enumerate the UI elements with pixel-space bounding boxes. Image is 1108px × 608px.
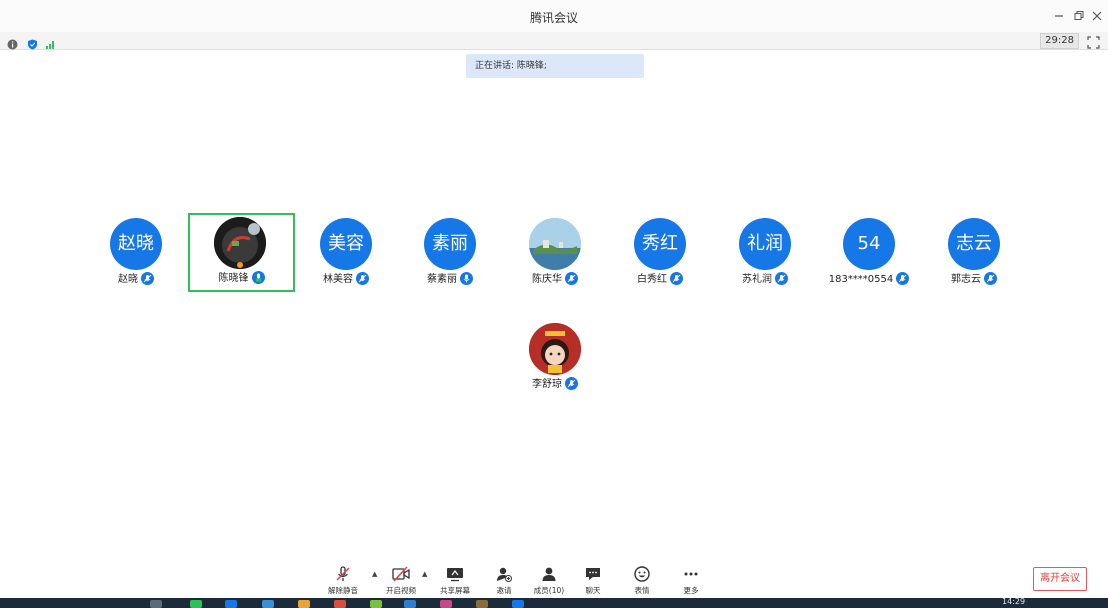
title-bar: 腾讯会议: [0, 0, 1108, 33]
avatar: 秀红: [634, 218, 686, 270]
taskbar-app-icon[interactable]: [150, 600, 162, 608]
taskbar-app-icon[interactable]: [225, 600, 237, 608]
mic-icon: [984, 272, 997, 285]
mic-icon: [896, 272, 910, 285]
leave-meeting-button[interactable]: 离开会议: [1033, 567, 1087, 591]
signal-icon[interactable]: [45, 35, 56, 49]
photo-avatar-icon: [529, 218, 581, 270]
invite-user-icon: [497, 567, 512, 582]
participant-name: 白秀红: [637, 274, 667, 285]
shield-icon[interactable]: [27, 35, 38, 50]
info-icon[interactable]: [7, 35, 18, 50]
reactions-button[interactable]: 表情: [619, 565, 665, 597]
video-button[interactable]: 开启视频: [378, 565, 424, 597]
mic-icon: [460, 272, 473, 285]
participant-name: 蔡素丽: [427, 274, 457, 285]
participant-tile[interactable]: 美容 林美容: [294, 214, 398, 292]
avatar: [529, 218, 581, 270]
chat-button[interactable]: 聊天: [570, 565, 616, 597]
members-icon: [542, 567, 556, 581]
share-screen-icon: [447, 568, 463, 582]
status-bar: 29:28: [0, 32, 1108, 50]
avatar: 素丽: [424, 218, 476, 270]
avatar: [214, 217, 266, 269]
taskbar-app-icon[interactable]: [404, 600, 416, 608]
restore-icon[interactable]: [1070, 7, 1088, 25]
participant-name: 陈庆华: [532, 274, 562, 285]
taskbar-app-icon[interactable]: [334, 600, 346, 608]
close-icon[interactable]: [1088, 7, 1106, 25]
more-button[interactable]: 更多: [668, 565, 714, 597]
taskbar-app-icon[interactable]: [370, 600, 382, 608]
participant-tile[interactable]: 志云 郭志云: [922, 214, 1026, 292]
participant-tile[interactable]: 54 183****0554: [817, 214, 921, 292]
unmute-button[interactable]: 解除静音: [320, 565, 366, 597]
participant-name: 林美容: [323, 274, 353, 285]
taskbar-clock: 14:29: [1002, 597, 1026, 606]
mic-active-icon: [251, 271, 265, 284]
mic-muted-icon: [336, 566, 350, 581]
mic-icon: [356, 272, 369, 285]
participant-tile[interactable]: 秀红 白秀红: [608, 214, 712, 292]
avatar: 美容: [320, 218, 372, 270]
window-title: 腾讯会议: [529, 11, 578, 25]
mic-icon: [565, 377, 578, 390]
meeting-toolbar: 解除静音 ▲ 开启视频 ▲ 共享屏幕 邀请 成员(10) 聊天 表情 更多: [0, 560, 1108, 598]
participant-name: 183****0554: [828, 274, 894, 285]
mic-icon: [670, 272, 683, 285]
more-dots-icon: [684, 572, 698, 576]
taskbar-app-icon[interactable]: [440, 600, 452, 608]
members-button[interactable]: 成员(10): [526, 565, 572, 597]
os-taskbar: 14:29: [0, 598, 1108, 608]
speaking-indicator: 正在讲话: 陈晓锋;: [466, 54, 644, 78]
avatar: 54: [843, 218, 895, 270]
participant-tile-active[interactable]: 陈晓锋: [188, 213, 295, 292]
participant-name: 陈晓锋: [218, 273, 249, 284]
taskbar-app-icon[interactable]: [512, 600, 524, 608]
fullscreen-icon[interactable]: [1087, 34, 1100, 49]
cartoon-avatar-icon: [529, 323, 581, 375]
participant-name: 李舒琼: [532, 379, 562, 390]
chat-icon: [586, 568, 600, 580]
avatar: 礼润: [739, 218, 791, 270]
taskbar-app-icon[interactable]: [476, 600, 488, 608]
taskbar-app-icon[interactable]: [298, 600, 310, 608]
emoji-icon: [634, 566, 650, 582]
mic-icon: [565, 272, 578, 285]
meeting-timer: 29:28: [1040, 33, 1079, 49]
avatar: [529, 323, 581, 375]
participant-name: 郭志云: [951, 274, 981, 285]
video-options-caret-icon[interactable]: ▲: [422, 570, 430, 578]
share-screen-button[interactable]: 共享屏幕: [432, 565, 478, 597]
participant-tile[interactable]: 礼润 苏礼润: [713, 214, 817, 292]
taskbar-app-icon[interactable]: [190, 600, 202, 608]
photo-avatar-icon: [214, 217, 266, 269]
participant-tile[interactable]: 李舒琼: [503, 319, 607, 397]
participant-tile[interactable]: 素丽 蔡素丽: [398, 214, 502, 292]
mic-icon: [775, 272, 788, 285]
avatar: 赵晓: [110, 218, 162, 270]
participant-tile[interactable]: 陈庆华: [503, 214, 607, 292]
participant-name: 赵晓: [118, 274, 138, 285]
minimize-icon[interactable]: [1050, 7, 1068, 25]
taskbar-app-icon[interactable]: [262, 600, 274, 608]
invite-button[interactable]: 邀请: [481, 565, 527, 597]
participant-tile[interactable]: 赵晓 赵晓: [84, 214, 188, 292]
participant-name: 苏礼润: [742, 274, 772, 285]
mic-icon: [141, 272, 154, 285]
avatar: 志云: [948, 218, 1000, 270]
camera-off-icon: [392, 566, 410, 582]
